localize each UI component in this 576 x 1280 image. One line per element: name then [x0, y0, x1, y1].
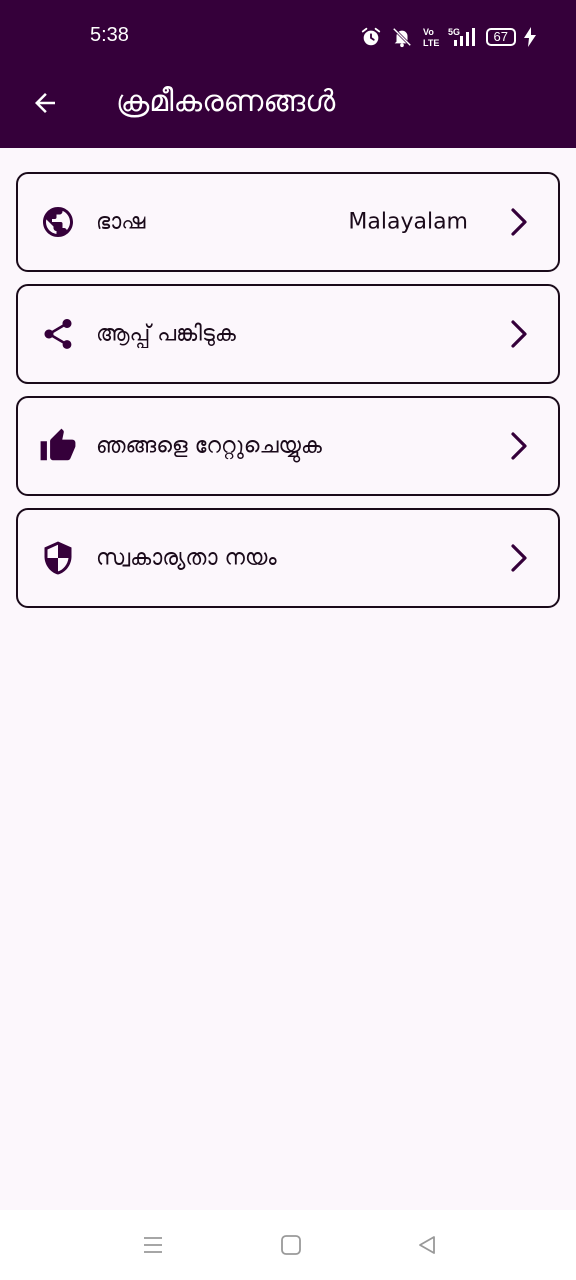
chevron-right-icon [511, 208, 527, 236]
battery-level: 67 [493, 29, 508, 44]
recent-apps-button[interactable] [136, 1228, 170, 1262]
page-title: ക്രമീകരണങ്ങൾ [116, 84, 336, 119]
settings-list: ഭാഷ Malayalam ആപ്പ് പങ്കിടുക ഞങ്ങളെ റേറ്… [16, 172, 560, 620]
charging-icon [524, 27, 536, 47]
alarm-icon [361, 27, 380, 46]
signal-5g-icon: 5G [448, 27, 475, 46]
triangle-back-icon [419, 1236, 435, 1254]
top-app-bar: 5:38 Vo LTE 5G 67 ക്രമീകരണങ്ങൾ [0, 0, 576, 148]
status-icons: Vo LTE 5G 67 [360, 24, 536, 50]
share-app-label: ആപ്പ് പങ്കിടുക [96, 321, 236, 347]
chevron-right-icon [511, 320, 527, 348]
privacy-policy-label: സ്വകാര്യതാ നയം [96, 545, 277, 571]
language-setting-item[interactable]: ഭാഷ Malayalam [16, 172, 560, 272]
mute-bell-icon [392, 27, 411, 48]
volte-icon: Vo LTE [423, 27, 439, 48]
share-app-item[interactable]: ആപ്പ് പങ്കിടുക [16, 284, 560, 384]
language-label: ഭാഷ [96, 209, 146, 235]
back-button[interactable] [26, 84, 64, 122]
home-button[interactable] [274, 1228, 308, 1262]
chevron-right-icon [511, 544, 527, 572]
svg-text:5G: 5G [448, 27, 460, 37]
square-icon [281, 1235, 301, 1255]
globe-icon [38, 202, 78, 242]
chevron-right-icon [511, 432, 527, 460]
status-time: 5:38 [90, 24, 129, 46]
battery-indicator: 67 [485, 28, 516, 46]
shield-icon [38, 538, 78, 578]
svg-text:Vo: Vo [423, 27, 434, 37]
thumb-up-icon [38, 426, 78, 466]
svg-text:LTE: LTE [423, 38, 439, 48]
language-value: Malayalam [348, 209, 468, 235]
rate-us-label: ഞങ്ങളെ റേറ്റുചെയ്യുക [96, 433, 322, 459]
privacy-policy-item[interactable]: സ്വകാര്യതാ നയം [16, 508, 560, 608]
system-nav-bar [0, 1210, 576, 1280]
rate-us-item[interactable]: ഞങ്ങളെ റേറ്റുചെയ്യുക [16, 396, 560, 496]
back-nav-button[interactable] [410, 1228, 444, 1262]
share-icon [38, 314, 78, 354]
menu-lines-icon [144, 1237, 162, 1253]
arrow-left-icon [35, 93, 55, 113]
